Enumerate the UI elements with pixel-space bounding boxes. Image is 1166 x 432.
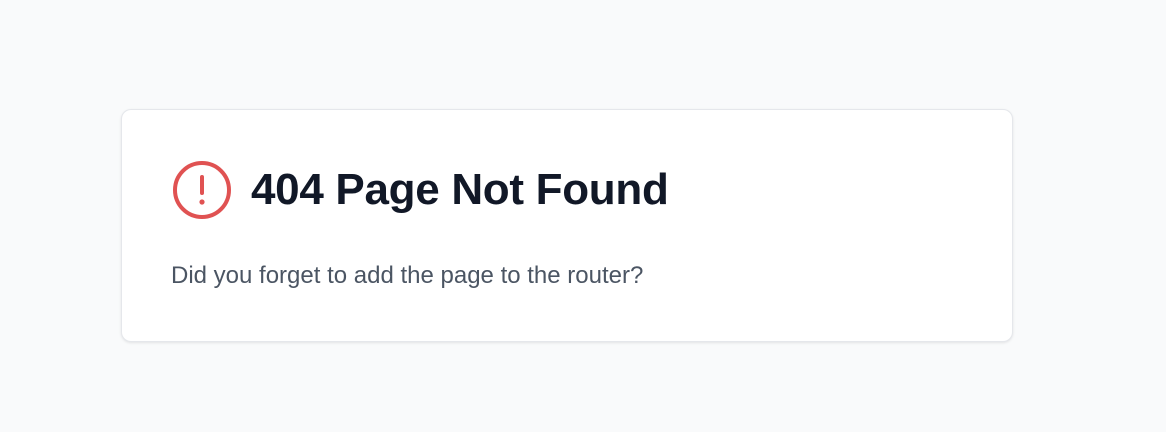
error-card: 404 Page Not Found Did you forget to add… — [121, 109, 1013, 342]
alert-circle-icon — [171, 159, 233, 221]
page-title: 404 Page Not Found — [251, 165, 669, 214]
error-message: Did you forget to add the page to the ro… — [171, 262, 644, 289]
error-title-row: 404 Page Not Found — [171, 159, 669, 221]
